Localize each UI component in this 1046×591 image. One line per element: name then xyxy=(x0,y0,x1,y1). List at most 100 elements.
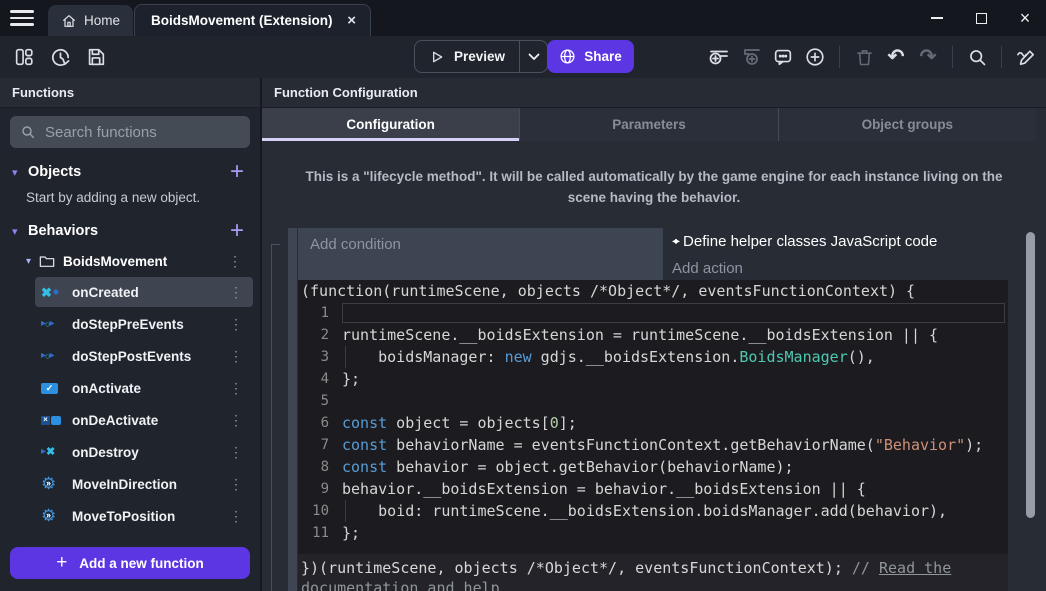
code-line-content[interactable]: behavior.__boidsExtension = behavior.__b… xyxy=(342,478,1008,500)
kebab-menu-icon[interactable]: ⋮ xyxy=(229,476,243,493)
group-chevron-icon[interactable]: ▾ xyxy=(26,256,31,267)
function-list: ✖◆onCreated⋮▸○▸doStepPreEvents⋮▸○▸doStep… xyxy=(0,277,260,533)
tab-object-groups[interactable]: Object groups xyxy=(779,108,1036,141)
add-behavior-button[interactable]: + xyxy=(230,219,244,243)
collapse-triangle-icon[interactable]: ▾ xyxy=(12,166,26,179)
tab-parameters[interactable]: Parameters xyxy=(520,108,778,141)
add-comment-icon[interactable] xyxy=(771,45,795,69)
code-line-content[interactable]: const object = objects[0]; xyxy=(342,412,1008,434)
code-wrapper-footer: })(runtimeScene, objects /*Object*/, eve… xyxy=(298,554,1008,591)
maximize-icon[interactable] xyxy=(974,11,988,25)
redo-icon[interactable]: ↷ xyxy=(916,45,940,69)
toolbar-left-group xyxy=(12,36,108,78)
function-item-MoveInDirection[interactable]: ⚙»MoveInDirection⋮ xyxy=(35,469,253,499)
tab-home[interactable]: Home xyxy=(48,5,133,36)
preview-button-label: Preview xyxy=(454,49,505,64)
code-line-6[interactable]: 6const object = objects[0]; xyxy=(298,412,1008,434)
objects-section-header[interactable]: ▾ Objects + xyxy=(0,156,260,188)
code-line-content[interactable]: runtimeScene.__boidsExtension = runtimeS… xyxy=(342,324,1008,346)
deactivate-icon: × xyxy=(41,412,63,428)
preview-button[interactable]: Preview xyxy=(414,40,548,73)
edit-extension-icon[interactable] xyxy=(1014,45,1038,69)
code-line-content[interactable] xyxy=(342,390,1008,412)
function-item-onActivate[interactable]: ✓onActivate⋮ xyxy=(35,373,253,403)
objects-empty-text: Start by adding a new object. xyxy=(0,188,260,215)
code-line-1[interactable]: 1 xyxy=(298,302,1008,324)
kebab-menu-icon[interactable]: ⋮ xyxy=(229,284,243,301)
code-line-content[interactable] xyxy=(342,302,1008,324)
kebab-menu-icon[interactable]: ⋮ xyxy=(229,444,243,461)
behaviors-section-header[interactable]: ▾ Behaviors + xyxy=(0,215,260,247)
kebab-menu-icon[interactable]: ⋮ xyxy=(229,508,243,525)
undo-icon[interactable]: ↶ xyxy=(884,45,908,69)
behavior-group-row[interactable]: ▾ BoidsMovement ⋮ xyxy=(0,247,260,275)
search-icon[interactable] xyxy=(965,45,989,69)
function-configuration-panel: Function Configuration Configuration Par… xyxy=(262,78,1046,591)
search-functions-input[interactable]: Search functions xyxy=(10,116,250,148)
add-circle-icon[interactable] xyxy=(803,45,827,69)
destroy-icon: ▸✖ xyxy=(41,444,63,460)
code-line-9[interactable]: 9behavior.__boidsExtension = behavior.__… xyxy=(298,478,1008,500)
kebab-menu-icon[interactable]: ⋮ xyxy=(228,253,242,270)
function-item-MoveToPosition[interactable]: ⚙»MoveToPosition⋮ xyxy=(35,501,253,531)
folder-icon xyxy=(39,254,55,268)
code-line-content[interactable]: }; xyxy=(342,522,1008,544)
minimize-icon[interactable] xyxy=(930,11,944,25)
events-scrollbar[interactable] xyxy=(1026,232,1035,518)
code-lines[interactable]: 12runtimeScene.__boidsExtension = runtim… xyxy=(298,302,1008,544)
close-icon[interactable]: × xyxy=(1018,11,1032,25)
close-tab-icon[interactable]: × xyxy=(345,12,358,29)
function-name: MoveToPosition xyxy=(72,509,220,524)
code-line-4[interactable]: 4}; xyxy=(298,368,1008,390)
add-object-button[interactable]: + xyxy=(230,160,244,184)
step-events-icon: ▸○▸ xyxy=(41,348,63,364)
code-line-5[interactable]: 5 xyxy=(298,390,1008,412)
code-line-3[interactable]: 3 boidsManager: new gdjs.__boidsExtensio… xyxy=(298,346,1008,368)
function-item-doStepPreEvents[interactable]: ▸○▸doStepPreEvents⋮ xyxy=(35,309,253,339)
code-line-content[interactable]: boidsManager: new gdjs.__boidsExtension.… xyxy=(342,346,1008,368)
code-line-7[interactable]: 7const behaviorName = eventsFunctionCont… xyxy=(298,434,1008,456)
save-icon[interactable] xyxy=(84,45,108,69)
js-code-event[interactable]: Add condition ◂▸ Define helper classes J… xyxy=(288,228,1008,591)
code-line-content[interactable]: }; xyxy=(342,368,1008,390)
home-icon xyxy=(61,13,77,29)
function-item-doStepPostEvents[interactable]: ▸○▸doStepPostEvents⋮ xyxy=(35,341,253,371)
code-editor[interactable]: (function(runtimeScene, objects /*Object… xyxy=(298,280,1008,554)
sidebar-header: Functions xyxy=(0,78,260,108)
code-line-2[interactable]: 2runtimeScene.__boidsExtension = runtime… xyxy=(298,324,1008,346)
behaviors-section-title: Behaviors xyxy=(28,223,230,239)
share-button[interactable]: Share xyxy=(547,40,634,73)
code-line-10[interactable]: 10 boid: runtimeScene.__boidsExtension.b… xyxy=(298,500,1008,522)
collapse-triangle-icon[interactable]: ▾ xyxy=(12,225,26,238)
preview-dropdown-button[interactable] xyxy=(520,41,547,72)
kebab-menu-icon[interactable]: ⋮ xyxy=(229,348,243,365)
add-function-button[interactable]: + Add a new function xyxy=(10,547,250,579)
main-menu-icon[interactable] xyxy=(10,10,34,26)
event-body: Add condition ◂▸ Define helper classes J… xyxy=(298,228,1008,591)
code-line-content[interactable]: const behaviorName = eventsFunctionConte… xyxy=(342,434,1008,456)
add-condition-button[interactable]: Add condition xyxy=(298,228,663,280)
code-line-content[interactable]: boid: runtimeScene.__boidsExtension.boid… xyxy=(342,500,1008,522)
tab-boidsmovement[interactable]: BoidsMovement (Extension) × xyxy=(134,4,371,36)
line-number: 6 xyxy=(298,412,342,434)
code-line-content[interactable]: const behavior = object.getBehavior(beha… xyxy=(342,456,1008,478)
delete-icon[interactable] xyxy=(852,45,876,69)
add-subevent-icon[interactable] xyxy=(739,45,763,69)
toolbar-divider xyxy=(952,46,953,68)
project-manager-icon[interactable] xyxy=(12,45,36,69)
function-item-onDeActivate[interactable]: ×onDeActivate⋮ xyxy=(35,405,253,435)
code-line-11[interactable]: 11}; xyxy=(298,522,1008,544)
kebab-menu-icon[interactable]: ⋮ xyxy=(229,316,243,333)
chevron-down-icon xyxy=(528,53,540,61)
event-drag-handle[interactable] xyxy=(288,228,297,591)
code-line-8[interactable]: 8const behavior = object.getBehavior(beh… xyxy=(298,456,1008,478)
history-icon[interactable] xyxy=(48,45,72,69)
function-item-onCreated[interactable]: ✖◆onCreated⋮ xyxy=(35,277,253,307)
kebab-menu-icon[interactable]: ⋮ xyxy=(229,380,243,397)
function-item-onDestroy[interactable]: ▸✖onDestroy⋮ xyxy=(35,437,253,467)
add-event-icon[interactable] xyxy=(707,45,731,69)
tab-configuration[interactable]: Configuration xyxy=(262,108,520,141)
kebab-menu-icon[interactable]: ⋮ xyxy=(229,412,243,429)
add-action-button[interactable]: Add action xyxy=(672,260,1008,277)
function-name: onCreated xyxy=(72,285,220,300)
